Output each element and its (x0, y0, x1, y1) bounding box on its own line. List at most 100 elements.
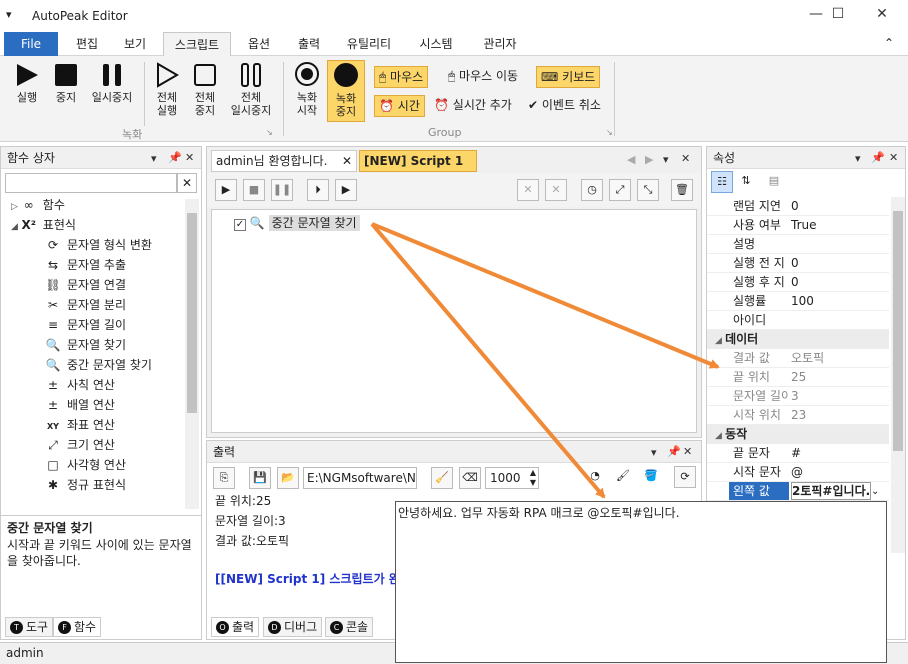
group-launcher-icon[interactable]: ↘ (606, 128, 613, 137)
pin-icon[interactable]: 📌 (871, 151, 885, 164)
tab-console[interactable]: C 콘솔 (325, 617, 374, 637)
clear-search-button[interactable]: ✕ (177, 173, 197, 193)
script-canvas[interactable]: ✓ 🔍 중간 문자열 찾기 (211, 209, 697, 433)
list-item[interactable]: 🔍 중간 문자열 찾기 (45, 355, 152, 375)
system-menu-icon[interactable]: ▾ (6, 8, 12, 21)
collapse-icon[interactable]: ◢ (715, 431, 725, 441)
cleaner-icon[interactable]: 🧹 (431, 467, 453, 489)
node-checkbox[interactable]: ✓ (234, 219, 246, 231)
stepper-arrows-icon[interactable]: ▲ ▼ (530, 468, 536, 488)
menu-edit[interactable]: 편집 (66, 32, 108, 56)
menu-utility[interactable]: 유틸리티 (338, 32, 400, 56)
property-pages-button[interactable]: ▤ (763, 171, 785, 193)
menu-file[interactable]: File (4, 32, 58, 56)
record-start-button[interactable]: 녹화 시작 (290, 60, 324, 120)
tree-item-functions[interactable]: ▷ ∞ 함수 (11, 195, 65, 215)
list-item[interactable]: 🔍 문자열 찾기 (45, 335, 152, 355)
keyboard-toggle[interactable]: ⌨ 키보드 (536, 66, 601, 88)
list-item[interactable]: ⛓ 문자열 연결 (45, 275, 152, 295)
tab-prev-icon[interactable]: ◀ (627, 153, 635, 166)
prop-row[interactable]: 끝 문자 # (707, 444, 889, 463)
prop-row[interactable]: 실행률 100 (707, 292, 889, 311)
close-icon[interactable]: ✕ (683, 445, 692, 458)
prop-row[interactable]: 시작 문자 @ (707, 463, 889, 482)
delete-x-button[interactable]: ✕ (517, 179, 539, 201)
menu-script[interactable]: 스크립트 (163, 32, 231, 56)
category-data[interactable]: ◢ 데이터 (707, 330, 889, 349)
categorized-view-button[interactable]: ☷ (711, 171, 733, 193)
mouse-toggle[interactable]: 🖱 마우스 (374, 66, 429, 88)
stop-all-button[interactable]: 전체 중지 (188, 62, 222, 117)
play-button[interactable]: ▶ (215, 179, 237, 201)
list-item[interactable]: ✱ 정규 표현식 (45, 475, 152, 495)
scroll-thumb[interactable] (893, 211, 903, 451)
prop-row[interactable]: 실행 전 지 0 (707, 254, 889, 273)
category-action[interactable]: ◢ 동작 (707, 425, 889, 444)
menu-system[interactable]: 시스템 (408, 32, 464, 56)
eraser-icon[interactable]: ⌫ (459, 467, 481, 489)
prop-row[interactable]: 결과 값 오토픽 (707, 349, 889, 368)
mouse-move-toggle[interactable]: 🖱 마우스 이동 (444, 66, 522, 88)
close-icon[interactable]: ✕ (862, 6, 902, 28)
prop-row[interactable]: 사용 여부 True (707, 216, 889, 235)
menu-options[interactable]: 옵션 (238, 32, 280, 56)
toolbox-scrollbar[interactable] (185, 199, 199, 509)
prop-row[interactable]: 문자열 길이 3 (707, 387, 889, 406)
tab-next-icon[interactable]: ▶ (645, 153, 653, 166)
prop-row[interactable]: 아이디 (707, 311, 889, 330)
number-stepper[interactable]: 1000 ▲ ▼ (485, 467, 539, 489)
play-box-button[interactable]: ▶ (335, 179, 357, 201)
tab-debug[interactable]: D 디버그 (263, 617, 323, 637)
expand-button[interactable]: ⤢ (609, 179, 631, 201)
prop-row[interactable]: 설명 (707, 235, 889, 254)
menu-output[interactable]: 출력 (288, 32, 330, 56)
tab-list-icon[interactable]: ▾ (663, 153, 669, 166)
close-icon[interactable]: ✕ (185, 151, 194, 164)
close-icon[interactable]: ✕ (342, 151, 352, 171)
delete-x2-button[interactable]: ✕ (545, 179, 567, 201)
pause-all-button[interactable]: 전체 일시중지 (226, 62, 276, 117)
list-item[interactable]: ⤢ 크기 연산 (45, 435, 152, 455)
list-item[interactable]: ± 사칙 연산 (45, 375, 152, 395)
properties-scrollbar[interactable] (891, 197, 905, 553)
tab-tools[interactable]: T 도구 (5, 617, 54, 637)
list-item[interactable]: XY 좌표 연산 (45, 415, 152, 435)
pause-button[interactable]: 일시중지 (86, 62, 138, 104)
panel-dropdown-icon[interactable]: ▾ (651, 446, 657, 459)
group-launcher-icon[interactable]: ↘ (266, 128, 273, 137)
restore-icon[interactable]: ☐ (818, 6, 858, 28)
tab-functions[interactable]: F 함수 (53, 617, 102, 637)
tab-output[interactable]: O 출력 (211, 617, 260, 637)
step-button[interactable]: ⏵ (307, 179, 329, 201)
path-input[interactable]: E:\NGMsoftware\NG (303, 467, 417, 489)
scroll-thumb[interactable] (187, 213, 197, 413)
prop-row[interactable]: 실행 후 지 0 (707, 273, 889, 292)
close-icon[interactable]: ✕ (889, 151, 898, 164)
list-item[interactable]: □ 사각형 연산 (45, 455, 152, 475)
pause-button[interactable]: ❚❚ (271, 179, 293, 201)
refresh-icon[interactable]: ⟳ (674, 466, 696, 488)
trash-button[interactable]: 🗑 (671, 179, 693, 201)
stop-button[interactable]: 중지 (48, 62, 84, 104)
prop-row[interactable]: 시작 위치 23 (707, 406, 889, 425)
fill-icon[interactable]: 🪣 (640, 466, 662, 488)
dropdown-icon[interactable]: ⌄ (871, 482, 879, 500)
folder-icon[interactable]: 📂 (277, 467, 299, 489)
list-item[interactable]: ✂ 문자열 분리 (45, 295, 152, 315)
list-item[interactable]: ⇆ 문자열 추출 (45, 255, 152, 275)
collapse-button[interactable]: ⤡ (637, 179, 659, 201)
tab-welcome[interactable]: admin님 환영합니다. ✕ (211, 150, 357, 172)
collapse-icon[interactable]: ◢ (715, 336, 725, 346)
timer-button[interactable]: ◷ (581, 179, 603, 201)
realtime-add-toggle[interactable]: ⏰ 실시간 추가 (430, 95, 516, 117)
menu-view[interactable]: 보기 (114, 32, 156, 56)
save-icon[interactable]: 💾 (249, 467, 271, 489)
run-button[interactable]: 실행 (8, 62, 46, 104)
sort-alpha-button[interactable]: ⇅ (735, 171, 757, 193)
brush-icon[interactable]: 🖌 (612, 466, 634, 488)
toolbox-search-input[interactable] (5, 173, 177, 193)
list-item[interactable]: ⟳ 문자열 형식 변환 (45, 235, 152, 255)
tab-script-1[interactable]: [NEW] Script 1 (359, 150, 477, 172)
pin-icon[interactable]: 📌 (168, 151, 182, 164)
run-all-button[interactable]: 전체 실행 (150, 62, 184, 117)
